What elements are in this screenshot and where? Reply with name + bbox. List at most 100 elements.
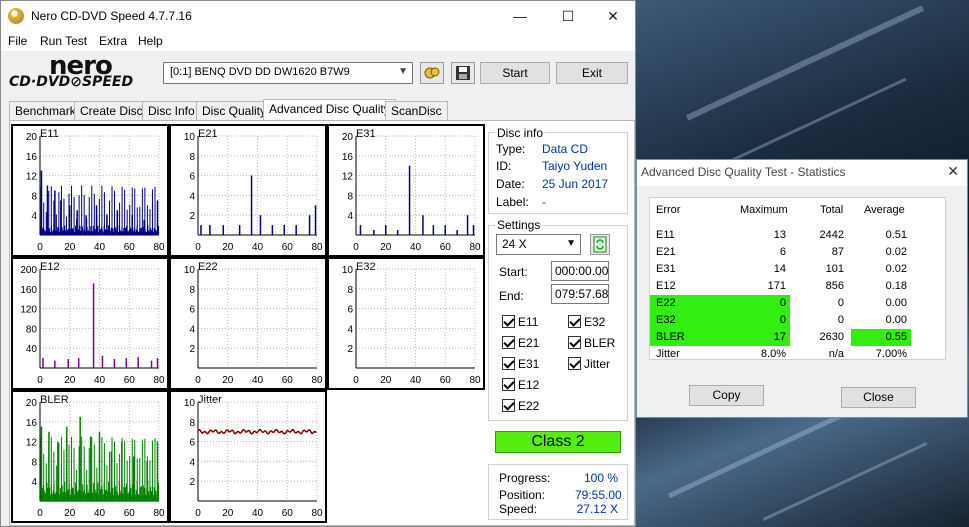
- stat-total: 2630: [819, 331, 844, 343]
- exit-button[interactable]: Exit: [556, 62, 628, 84]
- tab-benchmark[interactable]: Benchmark: [9, 101, 82, 120]
- tab-advanced-disc-quality[interactable]: Advanced Disc Quality: [263, 99, 396, 120]
- checkbox-e22[interactable]: E22: [502, 398, 539, 414]
- menu-extra[interactable]: Extra: [99, 34, 127, 48]
- bar-series: [42, 283, 159, 368]
- y-tick-label: 8: [189, 285, 195, 296]
- stat-total: 856: [825, 280, 844, 292]
- close-button[interactable]: ✕: [590, 1, 636, 31]
- y-tick-label: 10: [184, 132, 196, 143]
- y-tick-label: 40: [26, 344, 38, 355]
- disc-id-label: ID:: [496, 159, 512, 173]
- position-value: 79:55.00: [575, 488, 622, 502]
- start-time-input[interactable]: 000:00.00: [551, 261, 609, 281]
- checkbox-e31-box: [502, 357, 515, 371]
- speed-label: Speed:: [499, 502, 538, 516]
- y-tick-label: 8: [347, 191, 353, 202]
- menu-file[interactable]: File: [8, 34, 27, 48]
- y-tick-label: 2: [189, 211, 195, 222]
- stat-maximum: 14: [773, 263, 786, 275]
- stat-maximum: 0: [779, 314, 786, 326]
- speed-select[interactable]: 24 X ▼: [496, 234, 581, 255]
- checkbox-e32[interactable]: E32: [568, 314, 605, 330]
- checkbox-e21[interactable]: E21: [502, 335, 539, 351]
- disc-info-icon: [424, 67, 440, 79]
- y-tick-label: 2: [347, 344, 353, 355]
- chart-jitter: Jitter 10 8 6 4 2 0 20 40 60 80: [169, 390, 327, 523]
- disc-id-value: Taiyo Yuden: [542, 159, 608, 173]
- statistics-close-icon[interactable]: ✕: [947, 163, 959, 180]
- drive-select[interactable]: [0:1] BENQ DVD DD DW1620 B7W9 ▼: [163, 62, 413, 84]
- minimize-button[interactable]: —: [497, 1, 543, 31]
- chart-title: E31: [356, 128, 376, 140]
- checkbox-e22-box: [502, 399, 515, 413]
- checkbox-e12[interactable]: E12: [502, 377, 539, 393]
- x-tick-label: 60: [124, 508, 136, 519]
- stat-total: 0: [837, 314, 844, 326]
- menu-bar: File Run Test Extra Help: [1, 31, 635, 51]
- end-time-input[interactable]: 079:57.68: [551, 284, 609, 304]
- x-tick-label: 60: [440, 375, 452, 386]
- checkbox-e11-box: [502, 315, 515, 329]
- checkbox-e11-label: E11: [518, 314, 539, 329]
- y-tick-label: 10: [184, 265, 196, 276]
- chart-title: Jitter: [198, 394, 222, 406]
- checkbox-e32-label: E32: [584, 314, 606, 329]
- y-tick-label: 8: [31, 191, 37, 202]
- checkbox-e31[interactable]: E31: [502, 356, 539, 372]
- stat-average: 7.00%: [875, 348, 907, 360]
- x-tick-label: 80: [153, 375, 165, 386]
- chart-e12: E12 200 160 120 80 40 0 20 40 60 80: [11, 257, 169, 390]
- checkbox-e11[interactable]: E11: [502, 314, 538, 330]
- y-tick-label: 12: [26, 172, 38, 183]
- checkbox-e22-label: E22: [518, 398, 540, 413]
- disc-id-row: ID: Taiyo Yuden: [496, 159, 607, 173]
- stat-total: n/a: [828, 348, 844, 360]
- checkbox-e12-label: E12: [518, 377, 540, 392]
- stat-total: 0: [837, 297, 844, 309]
- menu-run-test[interactable]: Run Test: [40, 34, 87, 48]
- checkbox-jitter[interactable]: Jitter: [568, 356, 610, 372]
- menu-help[interactable]: Help: [138, 34, 163, 48]
- copy-button[interactable]: Copy: [689, 385, 764, 406]
- main-window: Nero CD-DVD Speed 4.7.7.16 — ☐ ✕ File Ru…: [0, 0, 636, 527]
- y-tick-label: 8: [189, 418, 195, 429]
- speed-row: Speed: 27.12 X: [499, 502, 618, 516]
- y-tick-label: 160: [20, 285, 37, 296]
- settings-title: Settings: [495, 218, 543, 232]
- tab-disc-info[interactable]: Disc Info: [142, 101, 201, 120]
- save-button[interactable]: [451, 62, 475, 84]
- tab-scandisc[interactable]: ScanDisc: [385, 101, 448, 120]
- refresh-speed-button[interactable]: [590, 234, 610, 255]
- speed-value: 27.12 X: [576, 502, 618, 516]
- x-tick-label: 60: [124, 242, 136, 253]
- progress-row: Progress: 100 %: [499, 471, 618, 485]
- disc-label-label: Label:: [496, 195, 529, 209]
- stat-maximum: 8.0%: [760, 348, 786, 360]
- logo-cd-dvd-speed: CD·DVD⊘SPEED: [9, 74, 134, 90]
- stat-average: 0.55: [851, 329, 911, 346]
- stat-total: 87: [831, 246, 844, 258]
- y-tick-label: 4: [31, 211, 37, 222]
- stat-maximum: 0: [779, 297, 786, 309]
- x-tick-label: 40: [252, 242, 264, 253]
- nero-logo: nero CD·DVD⊘SPEED: [9, 51, 159, 93]
- checkbox-bler-label: BLER: [584, 335, 616, 350]
- tab-create-disc[interactable]: Create Disc: [74, 101, 149, 120]
- start-button[interactable]: Start: [480, 62, 550, 84]
- y-tick-label: 6: [189, 305, 195, 316]
- chart-e22: E22 10 8 6 4 2 0 20 40 60 80: [169, 257, 327, 390]
- maximize-button[interactable]: ☐: [545, 1, 591, 31]
- checkbox-bler[interactable]: BLER: [568, 335, 615, 351]
- tab-disc-quality[interactable]: Disc Quality: [196, 101, 273, 120]
- stat-average: 0.00: [885, 314, 907, 326]
- y-tick-label: 12: [26, 438, 38, 449]
- x-tick-label: 0: [195, 242, 201, 253]
- statistics-dialog: Advanced Disc Quality Test - Statistics …: [636, 159, 968, 418]
- y-tick-label: 10: [184, 398, 196, 409]
- progress-value: 100 %: [583, 471, 618, 485]
- header-maximum: Maximum: [740, 204, 788, 216]
- stat-maximum: 17: [773, 331, 786, 343]
- close-dialog-button[interactable]: Close: [841, 387, 916, 408]
- drive-info-button[interactable]: [420, 62, 444, 84]
